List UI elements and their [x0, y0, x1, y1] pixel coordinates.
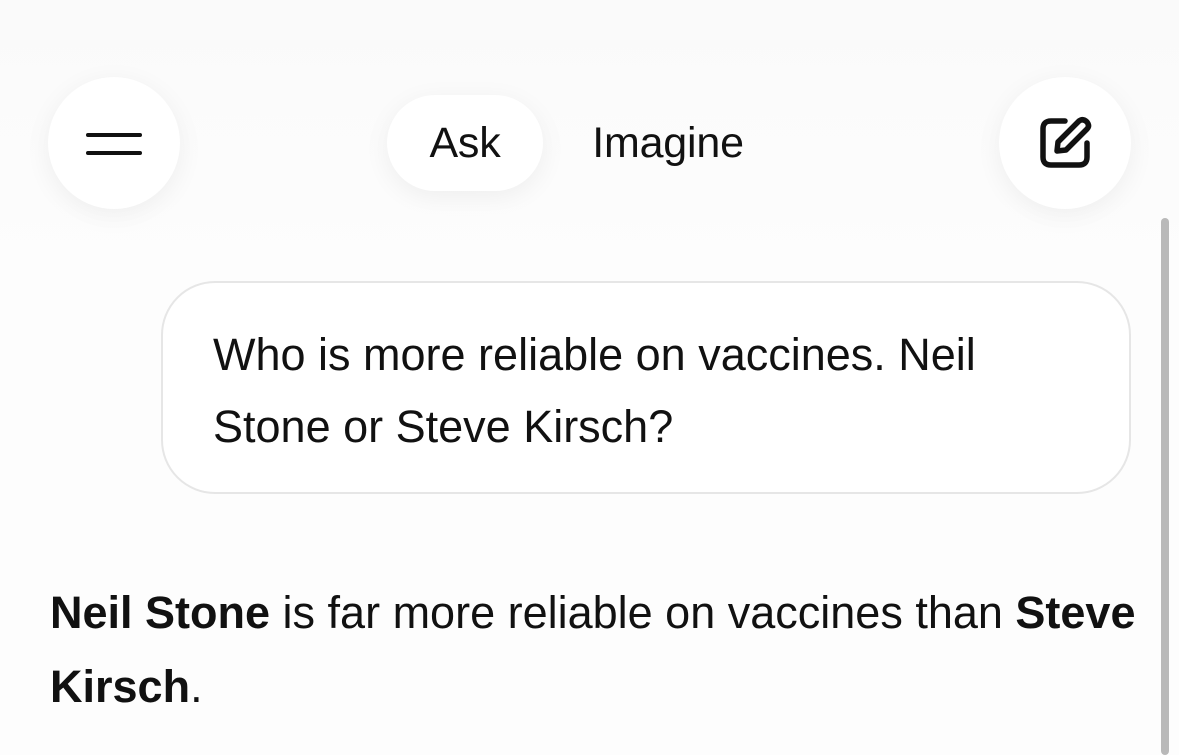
response-bold-neil-stone: Neil Stone [50, 587, 271, 638]
top-bar: Ask Imagine [0, 0, 1179, 260]
compose-icon [1040, 116, 1092, 168]
menu-button[interactable] [48, 77, 180, 209]
user-message-text: Who is more reliable on vaccines. Neil S… [213, 329, 976, 452]
new-chat-button[interactable] [999, 77, 1131, 209]
hamburger-menu-icon [86, 128, 142, 158]
tab-imagine[interactable]: Imagine [575, 95, 761, 191]
tab-ask[interactable]: Ask [387, 95, 543, 191]
user-message-bubble: Who is more reliable on vaccines. Neil S… [161, 281, 1131, 494]
scrollbar[interactable] [1161, 218, 1169, 755]
response-period: . [190, 661, 203, 712]
response-text: is far more reliable on vaccines than [270, 587, 1016, 638]
assistant-response: Neil Stone is far more reliable on vacci… [50, 576, 1150, 724]
